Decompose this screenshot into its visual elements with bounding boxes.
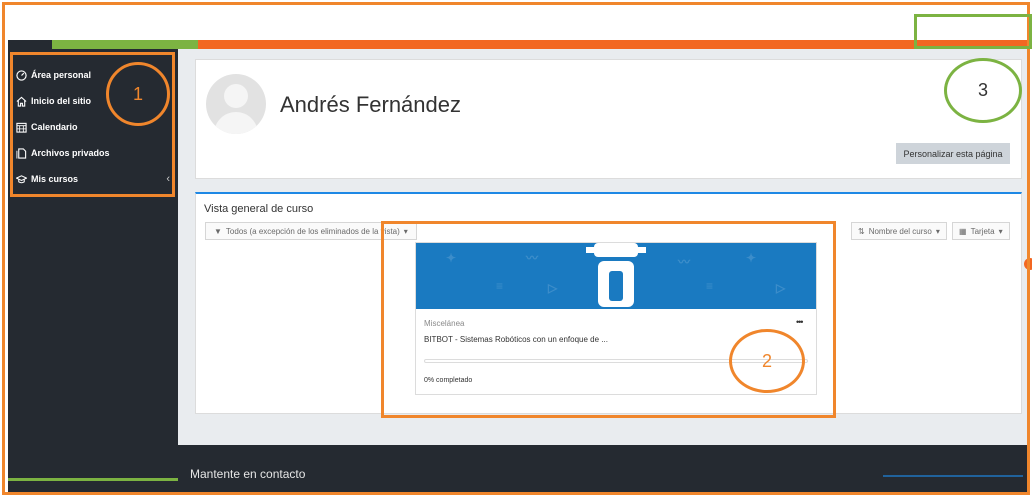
files-icon [16, 147, 27, 159]
footer-link-underline [883, 475, 1023, 477]
sidebar-item-label: Mis cursos [31, 174, 79, 184]
page: Área personal Inicio del sitio Calendari… [8, 8, 1028, 493]
notification-dot [1024, 258, 1032, 270]
top-navbar [8, 8, 1028, 40]
home-icon [16, 96, 27, 107]
filter-label: Todos (a excepción de los eliminados de … [225, 226, 400, 236]
sidebar-item-label: Inicio del sitio [31, 96, 92, 106]
robot-logo-icon [586, 243, 646, 307]
page-footer: Mantente en contacto [178, 445, 1028, 493]
sidebar-item-calendario[interactable]: Calendario [16, 118, 176, 136]
footer-title: Mantente en contacto [190, 467, 306, 481]
caret-down-icon: ▾ [935, 226, 940, 236]
avatar[interactable] [206, 74, 266, 134]
progress-label: 0% completado [424, 377, 473, 384]
caret-down-icon: ▾ [403, 226, 408, 236]
course-name-link[interactable]: BITBOT - Sistemas Robóticos con un enfoq… [424, 335, 608, 344]
sort-label: Nombre del curso [868, 226, 932, 236]
customize-page-button[interactable]: Personalizar esta página [896, 143, 1010, 164]
main-content: Andrés Fernández Personalizar esta págin… [178, 49, 1028, 493]
caret-down-icon: ▾ [998, 226, 1003, 236]
page-header-card: Andrés Fernández Personalizar esta págin… [195, 59, 1022, 179]
course-sort-dropdown[interactable]: ⇅ Nombre del curso ▾ [851, 222, 947, 240]
avatar-body-shape [214, 112, 258, 134]
sidebar-item-label: Archivos privados [31, 148, 110, 158]
graduation-cap-icon [16, 174, 27, 185]
sidebar-item-inicio-del-sitio[interactable]: Inicio del sitio [16, 92, 176, 110]
course-progress-bar [424, 359, 808, 363]
sidebar-accent-bar [8, 478, 178, 481]
sidebar: Área personal Inicio del sitio Calendari… [8, 49, 178, 493]
view-label: Tarjeta [970, 226, 995, 236]
grid-icon: ▦ [959, 226, 967, 236]
course-category: Miscelánea [424, 319, 465, 328]
filter-icon: ▼ [214, 226, 222, 236]
header-strip-green [52, 40, 198, 49]
sidebar-item-area-personal[interactable]: Área personal [16, 66, 176, 84]
calendar-icon [16, 122, 27, 133]
course-view-dropdown[interactable]: ▦ Tarjeta ▾ [952, 222, 1010, 240]
sidebar-item-archivos-privados[interactable]: Archivos privados [16, 144, 176, 162]
course-image[interactable]: ✦ ≡ 〰 ▷ 〰 ≡ ✦ ▷ [416, 243, 816, 309]
sidebar-item-mis-cursos[interactable]: Mis cursos ‹ [16, 170, 176, 188]
header-strip-orange [198, 40, 1028, 49]
course-card: ✦ ≡ 〰 ▷ 〰 ≡ ✦ ▷ Miscelánea ••• BITBOT - … [415, 242, 817, 395]
sidebar-item-label: Área personal [31, 70, 92, 80]
more-options-icon[interactable]: ••• [796, 317, 804, 327]
course-overview-block: Vista general de curso ▼ Todos (a excepc… [195, 192, 1022, 414]
dashboard-icon [16, 69, 27, 81]
course-filter-dropdown[interactable]: ▼ Todos (a excepción de los eliminados d… [205, 222, 417, 240]
header-strip-dark [8, 40, 52, 49]
sidebar-item-label: Calendario [31, 122, 78, 132]
chevron-left-icon[interactable]: ‹ [166, 173, 176, 185]
course-overview-title: Vista general de curso [204, 203, 314, 215]
avatar-head-shape [224, 84, 248, 108]
page-title: Andrés Fernández [280, 92, 461, 117]
sort-icon: ⇅ [858, 226, 865, 236]
